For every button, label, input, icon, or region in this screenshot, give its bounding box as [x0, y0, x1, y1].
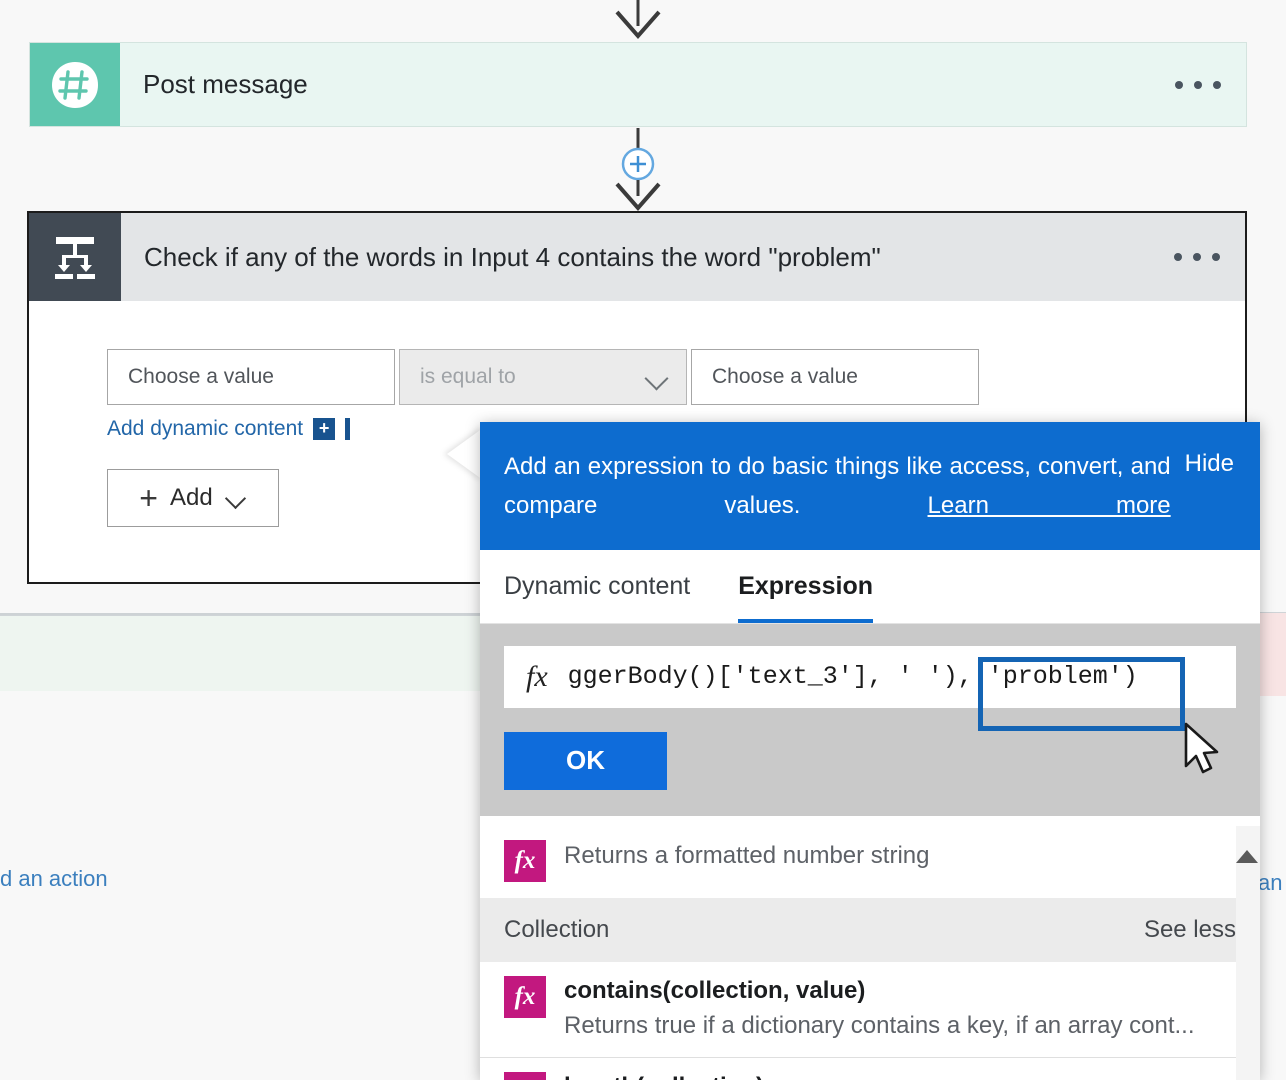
mouse-cursor — [1184, 722, 1219, 774]
add-dynamic-content-label: Add dynamic content — [107, 417, 304, 440]
hide-banner-button[interactable]: Hide — [1185, 448, 1234, 478]
add-condition-button[interactable]: + Add — [107, 469, 279, 527]
post-message-card[interactable]: Post message — [29, 42, 1247, 127]
expression-info-banner: Add an expression to do basic things lik… — [480, 422, 1260, 550]
fx-icon: fx — [504, 1072, 546, 1080]
fx-icon: fx — [504, 840, 546, 882]
fx-icon: fx — [526, 659, 548, 693]
condition-title: Check if any of the words in Input 4 con… — [144, 241, 881, 272]
slack-hash-icon — [30, 43, 120, 126]
function-description: Returns true if a dictionary contains a … — [564, 1012, 1195, 1039]
fx-icon: fx — [504, 976, 546, 1018]
chevron-down-icon — [644, 364, 670, 390]
dot — [1193, 253, 1201, 261]
condition-operator-select[interactable]: is equal to — [399, 349, 687, 405]
expression-input[interactable]: fx ggerBody()['text_3'], ' '), 'problem'… — [504, 645, 1236, 708]
add-action-link-left[interactable]: d an action — [0, 866, 108, 892]
post-message-more-button[interactable] — [1150, 43, 1246, 126]
condition-value2-input[interactable]: Choose a value — [691, 349, 979, 405]
function-list-item[interactable]: fx contains(collection, value) Returns t… — [480, 962, 1260, 1059]
function-name: length(collection) — [564, 1072, 764, 1080]
function-list-scrollbar[interactable] — [1236, 826, 1260, 1080]
function-list: fx Returns a formatted number string Col… — [480, 826, 1260, 1080]
flyout-callout-pointer — [447, 428, 483, 480]
condition-operator-value: is equal to — [420, 365, 516, 388]
add-action-link-right[interactable]: an — [1258, 870, 1282, 896]
function-section-title: Collection — [504, 916, 610, 943]
scroll-up-arrow-icon[interactable] — [1236, 850, 1258, 863]
condition-more-button[interactable] — [1149, 213, 1245, 301]
dot — [1174, 253, 1182, 261]
condition-row: Choose a value is equal to Choose a valu… — [107, 349, 1245, 405]
function-name: contains(collection, value) — [564, 977, 866, 1004]
dot — [1194, 80, 1202, 89]
expression-value: ggerBody()['text_3'], ' '), 'problem') — [567, 662, 1138, 692]
tab-dynamic-content[interactable]: Dynamic content — [504, 550, 690, 623]
flyout-tabs: Dynamic content Expression — [480, 549, 1260, 624]
plus-icon: + — [313, 418, 336, 440]
function-list-item[interactable]: fx length(collection) — [480, 1058, 1260, 1080]
dot — [1212, 253, 1220, 261]
expression-ok-button[interactable]: OK — [504, 731, 667, 790]
expression-info-text: Add an expression to do basic things lik… — [504, 448, 1171, 526]
post-message-title: Post message — [143, 69, 308, 99]
see-less-toggle[interactable]: See less — [1144, 916, 1236, 944]
dot — [1175, 80, 1183, 89]
function-section-collection: Collection See less — [480, 898, 1260, 962]
chevron-down-icon — [225, 487, 247, 509]
function-description: Returns a formatted number string — [564, 842, 930, 869]
if-no-branch-band — [1258, 612, 1286, 696]
expression-flyout-panel: Add an expression to do basic things lik… — [480, 422, 1260, 1080]
plus-icon: + — [139, 480, 158, 516]
expression-editor-pane: fx ggerBody()['text_3'], ' '), 'problem'… — [480, 623, 1260, 816]
condition-card-header[interactable]: Check if any of the words in Input 4 con… — [29, 213, 1245, 301]
condition-branch-icon — [29, 213, 121, 301]
learn-more-link[interactable]: Learn more — [928, 492, 1171, 519]
text-caret — [345, 418, 351, 440]
function-list-item-partial[interactable]: fx Returns a formatted number string — [480, 826, 1260, 898]
dot — [1213, 80, 1221, 89]
tab-expression[interactable]: Expression — [738, 550, 873, 623]
add-button-label: Add — [169, 484, 213, 511]
condition-value1-input[interactable]: Choose a value — [107, 349, 395, 405]
